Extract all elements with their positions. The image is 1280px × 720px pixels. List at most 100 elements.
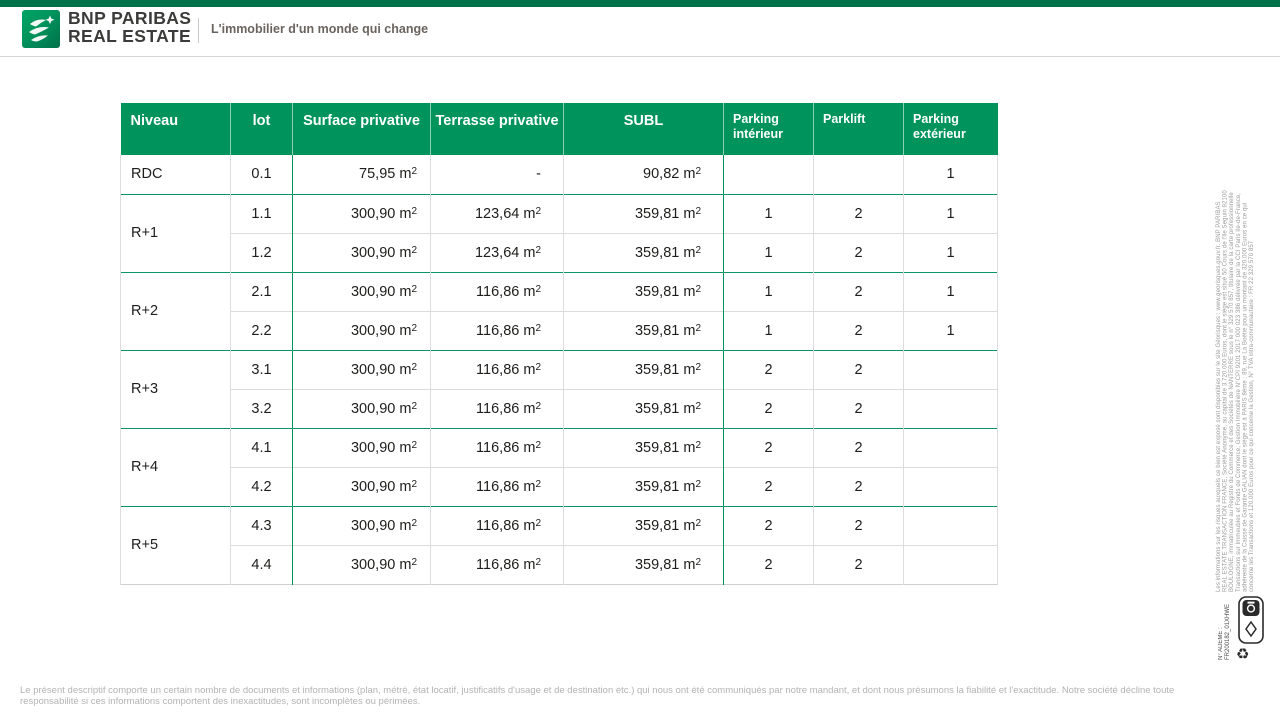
cell-niveau: R+5 <box>121 506 231 584</box>
cell-terrasse: 116,86 m2 <box>431 545 564 584</box>
logo-birds-icon <box>22 10 60 48</box>
cell-parking_int: 2 <box>724 350 814 389</box>
cell-niveau: RDC <box>121 155 231 194</box>
cell-parklift: 2 <box>814 272 904 311</box>
cell-terrasse: 116,86 m2 <box>431 389 564 428</box>
cell-subl: 359,81 m2 <box>564 545 724 584</box>
cell-subl: 359,81 m2 <box>564 428 724 467</box>
cell-parklift: 2 <box>814 389 904 428</box>
cell-surface: 300,90 m2 <box>293 545 431 584</box>
legal-line: concerne les Transactions et 120.000 Eur… <box>1249 92 1256 592</box>
cell-terrasse: 116,86 m2 <box>431 311 564 350</box>
table-row: R+33.1300,90 m2116,86 m2359,81 m222 <box>121 350 998 389</box>
cell-terrasse: 116,86 m2 <box>431 467 564 506</box>
legal-line: Transactions sur Immeubles et Fonds de C… <box>1236 92 1243 592</box>
cell-parklift: 2 <box>814 467 904 506</box>
cell-terrasse: - <box>431 155 564 194</box>
cell-terrasse: 116,86 m2 <box>431 350 564 389</box>
cell-subl: 359,81 m2 <box>564 350 724 389</box>
column-header-surface: Surface privative <box>293 103 431 155</box>
cell-parking_ext <box>904 350 998 389</box>
cell-parking_int: 2 <box>724 506 814 545</box>
footer-disclaimer: Le présent descriptif comporte un certai… <box>20 686 1218 707</box>
cell-parking_int: 1 <box>724 272 814 311</box>
column-header-subl: SUBL <box>564 103 724 155</box>
cell-parking_int: 1 <box>724 233 814 272</box>
triman-recycle-icon: ♻ <box>1236 645 1249 663</box>
cell-surface: 300,90 m2 <box>293 506 431 545</box>
cell-subl: 359,81 m2 <box>564 506 724 545</box>
legal-notice-vertical: Les informations sur les risques auxquel… <box>1216 92 1256 592</box>
cell-subl: 359,81 m2 <box>564 467 724 506</box>
cell-surface: 300,90 m2 <box>293 272 431 311</box>
table-body: RDC0.175,95 m2-90,82 m21R+11.1300,90 m21… <box>121 155 998 584</box>
cell-lot: 2.1 <box>231 272 293 311</box>
top-brand-bar <box>0 0 1280 7</box>
legal-line: adhérente de la Caisse de Garantie GALIA… <box>1242 92 1249 592</box>
table-row: 1.2300,90 m2123,64 m2359,81 m2121 <box>121 233 998 272</box>
table-row: 3.2300,90 m2116,86 m2359,81 m222 <box>121 389 998 428</box>
cell-terrasse: 116,86 m2 <box>431 272 564 311</box>
cell-parking_ext <box>904 467 998 506</box>
cell-parklift: 2 <box>814 350 904 389</box>
cell-parking_ext <box>904 389 998 428</box>
cell-terrasse: 123,64 m2 <box>431 233 564 272</box>
info-tri-sorting-icon <box>1238 596 1264 651</box>
cell-subl: 359,81 m2 <box>564 272 724 311</box>
cell-parking_ext <box>904 545 998 584</box>
table-row: 4.4300,90 m2116,86 m2359,81 m222 <box>121 545 998 584</box>
table-row: 4.2300,90 m2116,86 m2359,81 m222 <box>121 467 998 506</box>
cell-parklift: 2 <box>814 233 904 272</box>
bnp-paribas-logo-icon <box>22 10 60 48</box>
cell-parking_ext: 1 <box>904 194 998 233</box>
cell-surface: 300,90 m2 <box>293 389 431 428</box>
cell-surface: 300,90 m2 <box>293 311 431 350</box>
ademe-label: N° ADEME : <box>1218 598 1225 660</box>
table-row: RDC0.175,95 m2-90,82 m21 <box>121 155 998 194</box>
cell-lot: 1.2 <box>231 233 293 272</box>
cell-parking_int: 1 <box>724 194 814 233</box>
cell-terrasse: 116,86 m2 <box>431 506 564 545</box>
cell-parklift: 2 <box>814 428 904 467</box>
cell-surface: 300,90 m2 <box>293 350 431 389</box>
cell-niveau: R+2 <box>121 272 231 350</box>
page-header: BNP PARIBAS REAL ESTATE L'immobilier d'u… <box>0 7 1280 57</box>
cell-parking_ext <box>904 506 998 545</box>
cell-subl: 359,81 m2 <box>564 389 724 428</box>
cell-parking_int <box>724 155 814 194</box>
table-row: R+11.1300,90 m2123,64 m2359,81 m2121 <box>121 194 998 233</box>
table-row: R+44.1300,90 m2116,86 m2359,81 m222 <box>121 428 998 467</box>
column-header-lot: lot <box>231 103 293 155</box>
cell-parklift: 2 <box>814 545 904 584</box>
cell-niveau: R+4 <box>121 428 231 506</box>
cell-lot: 3.1 <box>231 350 293 389</box>
table-row: R+54.3300,90 m2116,86 m2359,81 m222 <box>121 506 998 545</box>
legal-line: BOULOGNE, immatriculée au Registre du Co… <box>1229 92 1236 592</box>
cell-lot: 4.1 <box>231 428 293 467</box>
cell-parking_ext: 1 <box>904 311 998 350</box>
cell-surface: 300,90 m2 <box>293 194 431 233</box>
cell-lot: 0.1 <box>231 155 293 194</box>
column-header-terrasse: Terrasse privative <box>431 103 564 155</box>
cell-niveau: R+3 <box>121 350 231 428</box>
table-row: 2.2300,90 m2116,86 m2359,81 m2121 <box>121 311 998 350</box>
cell-subl: 359,81 m2 <box>564 194 724 233</box>
brand-tagline: L'immobilier d'un monde qui change <box>211 22 428 36</box>
column-header-parklift: Parklift <box>814 103 904 155</box>
cell-parking_ext: 1 <box>904 272 998 311</box>
cell-niveau: R+1 <box>121 194 231 272</box>
cell-surface: 300,90 m2 <box>293 467 431 506</box>
legal-line: REAL ESTATE TRANSACTION FRANCE, Société … <box>1223 92 1230 592</box>
cell-subl: 90,82 m2 <box>564 155 724 194</box>
cell-lot: 2.2 <box>231 311 293 350</box>
cell-parking_ext: 1 <box>904 155 998 194</box>
cell-parking_ext: 1 <box>904 233 998 272</box>
cell-lot: 4.4 <box>231 545 293 584</box>
cell-parking_int: 2 <box>724 545 814 584</box>
cell-subl: 359,81 m2 <box>564 233 724 272</box>
header-divider <box>198 18 199 43</box>
cell-lot: 4.2 <box>231 467 293 506</box>
column-header-parking_int: Parking intérieur <box>724 103 814 155</box>
surfaces-table-container: NiveaulotSurface privativeTerrasse priva… <box>120 103 998 585</box>
cell-lot: 4.3 <box>231 506 293 545</box>
